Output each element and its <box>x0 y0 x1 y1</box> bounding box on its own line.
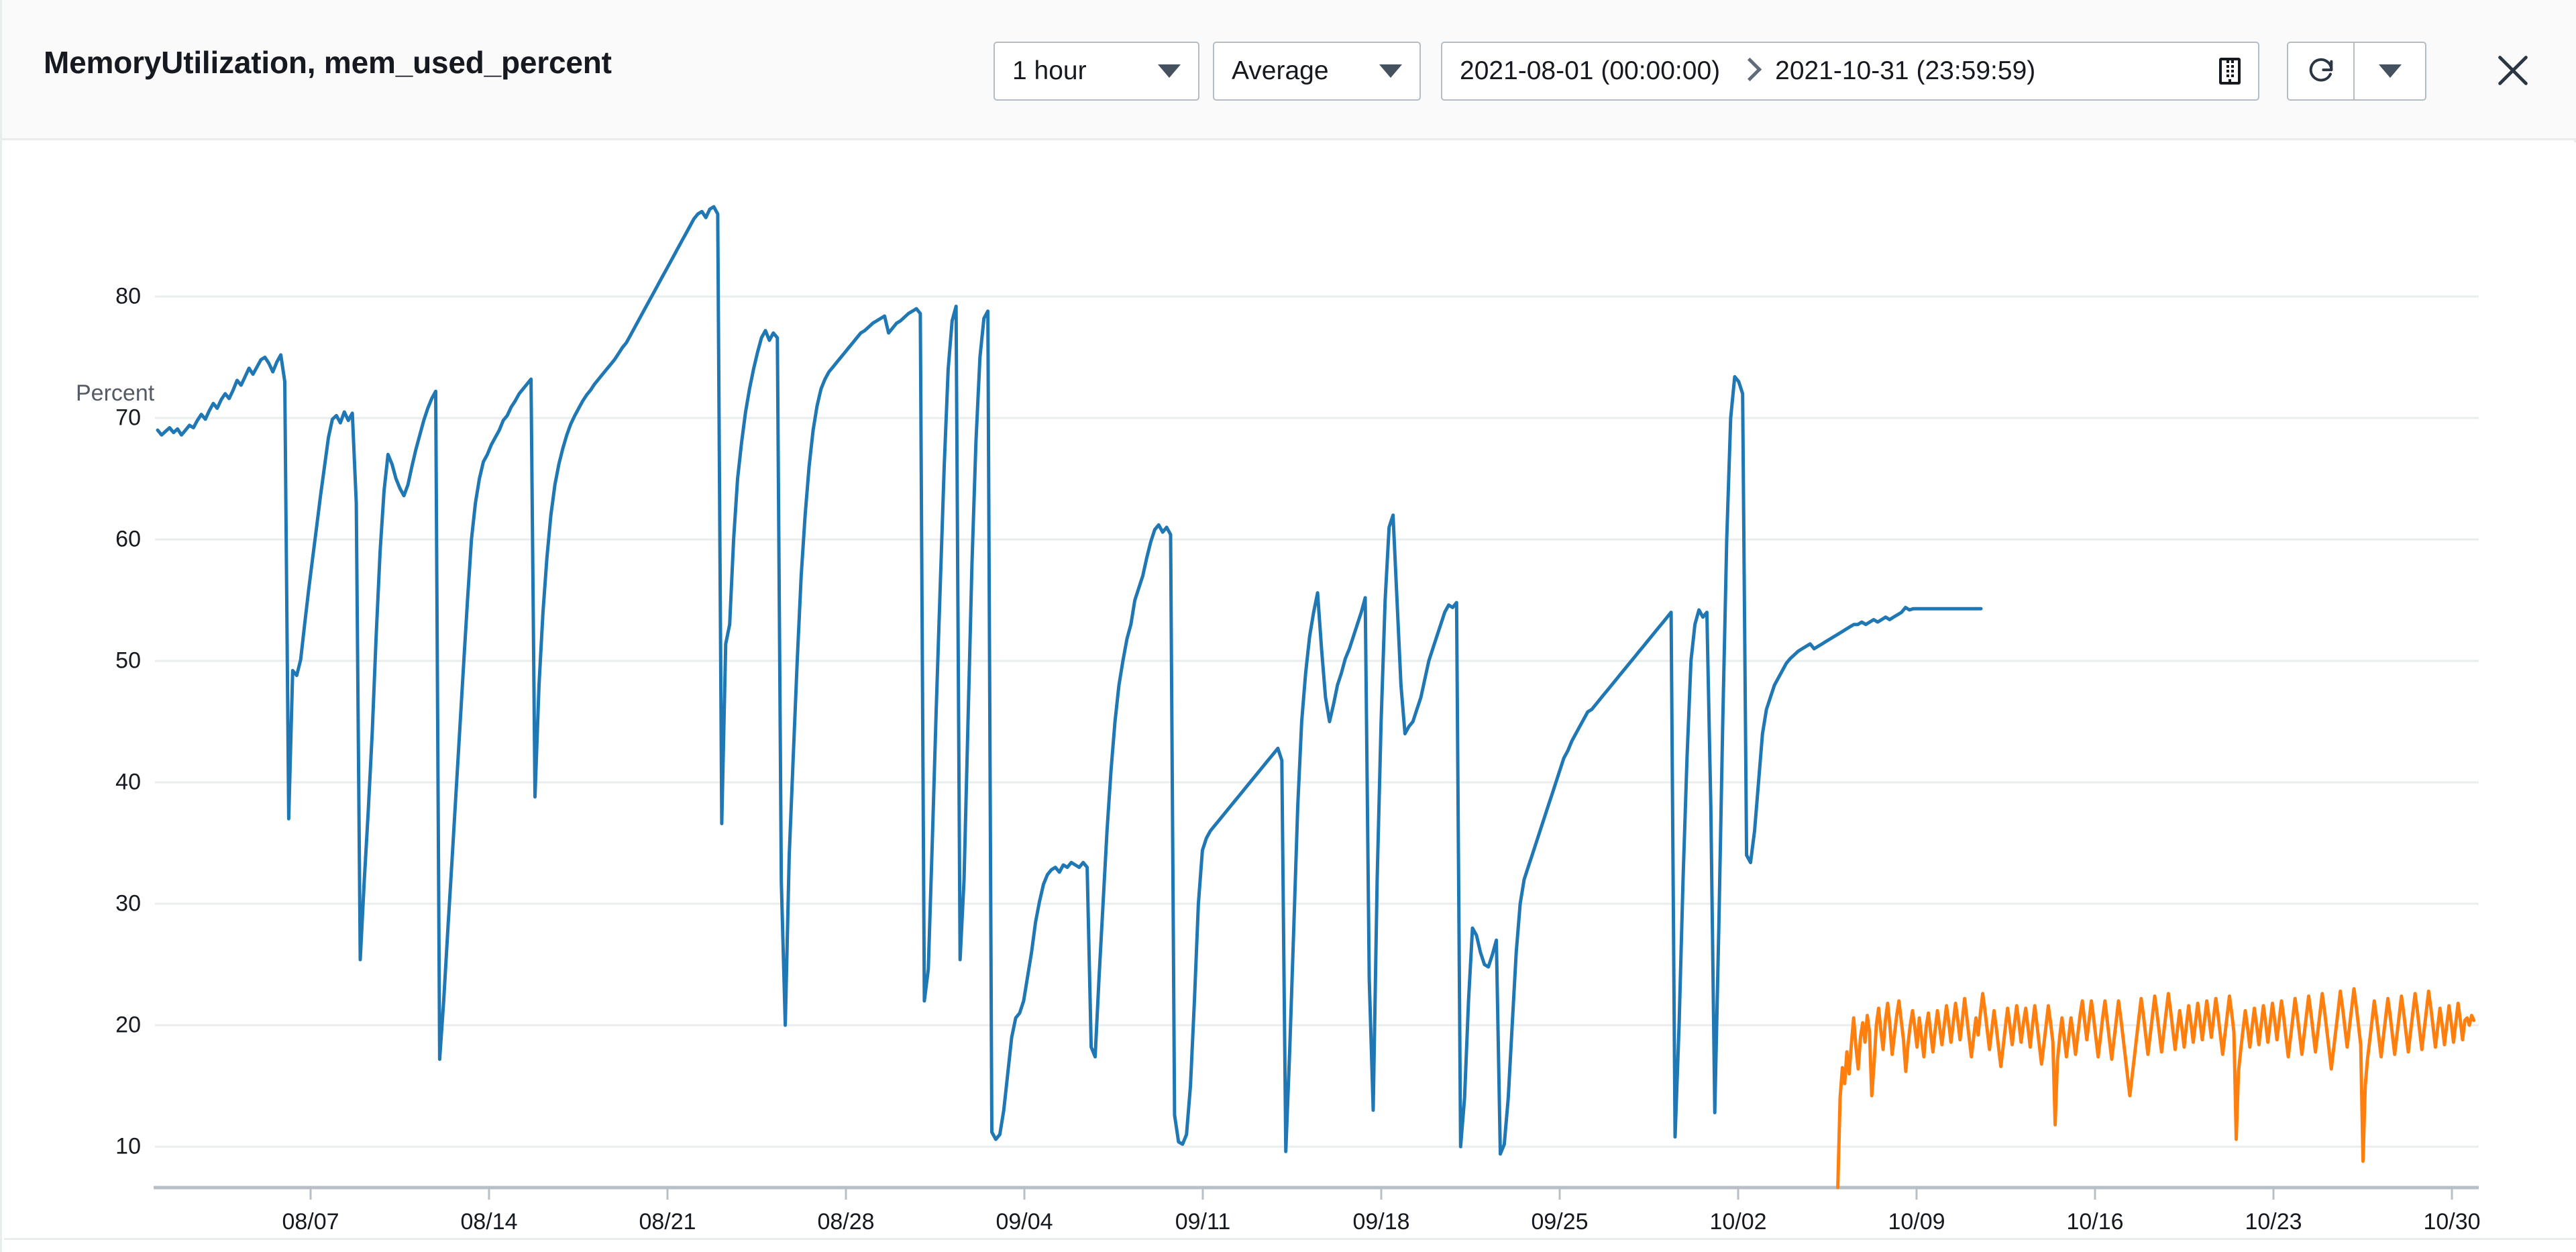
y-axis-tick-label: 70 <box>115 405 141 431</box>
y-axis-tick-label: 30 <box>115 890 141 917</box>
refresh-button[interactable] <box>2287 42 2354 101</box>
x-axis-tick-label: 10/23 <box>2245 1209 2302 1235</box>
statistic-select-label: Average <box>1232 56 1329 85</box>
date-range-start: 2021-08-01 (00:00:00) <box>1460 56 1721 85</box>
header-controls: 1 hour Average 2021-08-01 (00:00:00) 202… <box>2 0 2576 140</box>
x-axis-tick-label: 08/28 <box>817 1209 875 1235</box>
y-axis-tick-label: 20 <box>115 1012 141 1038</box>
period-select-label: 1 hour <box>1012 56 1087 85</box>
y-axis-tick-label: 10 <box>115 1133 141 1159</box>
footer-divider <box>4 1238 2576 1240</box>
refresh-icon <box>2306 56 2337 87</box>
statistic-select[interactable]: Average <box>1213 42 1421 101</box>
widget-header: MemoryUtilization, mem_used_percent 1 ho… <box>2 0 2576 140</box>
x-axis-tick-label: 08/07 <box>282 1209 339 1235</box>
y-axis-tick-label: 60 <box>115 526 141 552</box>
y-axis-tick-label: 40 <box>115 769 141 795</box>
x-axis-tick-label: 10/02 <box>1709 1209 1767 1235</box>
x-axis-tick-label: 08/21 <box>639 1209 696 1235</box>
x-axis-tick-label: 09/25 <box>1531 1209 1589 1235</box>
x-axis-tick-label: 10/16 <box>2066 1209 2124 1235</box>
x-axis-tick-label: 08/14 <box>460 1209 518 1235</box>
refresh-options-button[interactable] <box>2354 42 2426 101</box>
line-chart <box>154 205 2479 1200</box>
y-axis-tick-label: 50 <box>115 647 141 674</box>
date-range-picker[interactable]: 2021-08-01 (00:00:00) 2021-10-31 (23:59:… <box>1441 42 2259 101</box>
x-axis-tick-label: 09/11 <box>1175 1209 1231 1235</box>
chevron-right-icon <box>1740 59 1755 83</box>
chevron-down-icon <box>1158 64 1181 78</box>
chevron-down-icon <box>2378 64 2402 78</box>
calendar-icon[interactable] <box>2219 58 2241 85</box>
y-axis-tick-label: 80 <box>115 283 141 309</box>
metric-widget: MemoryUtilization, mem_used_percent 1 ho… <box>0 0 2576 1252</box>
date-range-end: 2021-10-31 (23:59:59) <box>1775 56 2036 85</box>
x-axis-tick-label: 09/18 <box>1352 1209 1410 1235</box>
x-axis-tick-label: 10/30 <box>2423 1209 2481 1235</box>
x-axis-tick-label: 09/04 <box>996 1209 1053 1235</box>
close-icon <box>2498 56 2528 85</box>
x-axis-tick-label: 10/09 <box>1888 1209 1945 1235</box>
period-select[interactable]: 1 hour <box>994 42 1199 101</box>
chart-area: Percent 10 20 30 40 50 60 70 80 08/07 08/14 08/21… <box>2 142 2576 1252</box>
chevron-down-icon <box>1379 64 1402 78</box>
close-button[interactable] <box>2492 50 2534 91</box>
